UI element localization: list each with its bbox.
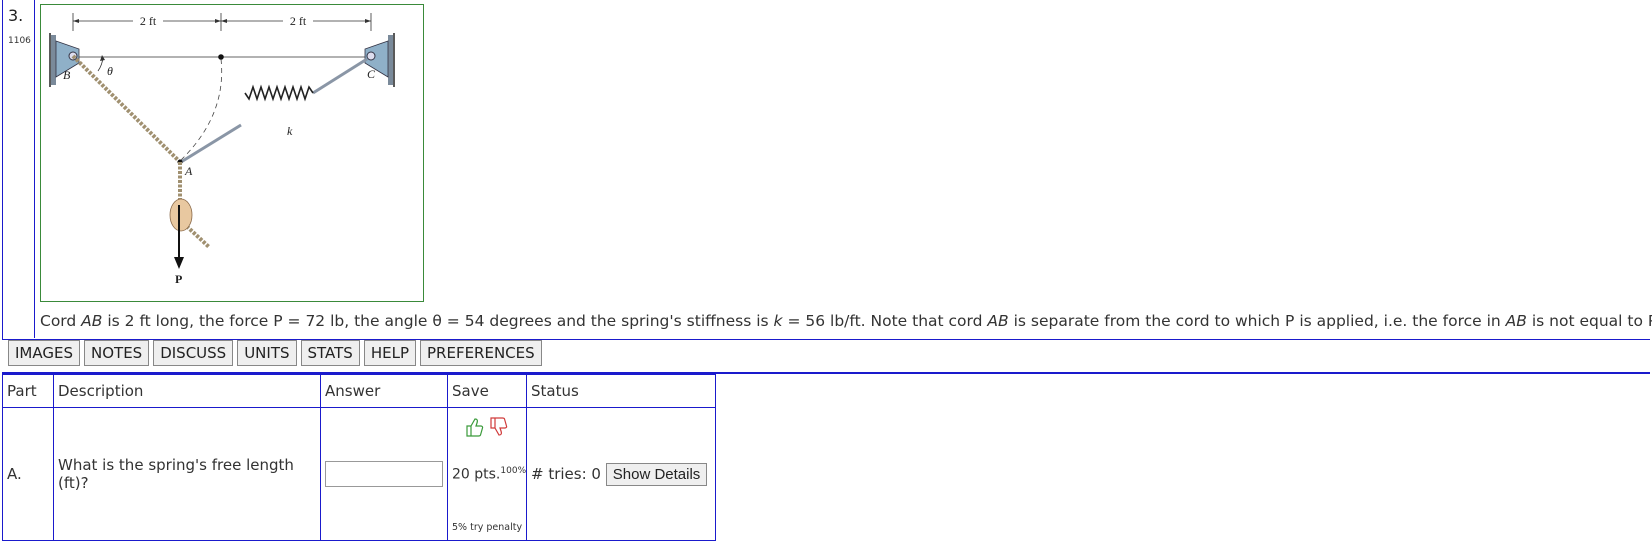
show-details-button[interactable]: Show Details	[605, 462, 708, 486]
header-save: Save	[447, 374, 527, 408]
header-status: Status	[526, 374, 716, 408]
parts-table: Part Description Answer Save Status A. W…	[2, 374, 716, 541]
units-button[interactable]: UNITS	[237, 340, 297, 366]
label-p: P	[175, 272, 182, 286]
save-cell: 20 pts.100% 5% try penalty	[447, 407, 527, 541]
table-header-row: Part Description Answer Save Status	[2, 374, 716, 408]
spring-icon	[244, 84, 314, 102]
mechanism-diagram: 2 ft 2 ft B C θ k A P	[49, 13, 395, 286]
header-part: Part	[2, 374, 54, 408]
preferences-button[interactable]: PREFERENCES	[420, 340, 542, 366]
points-percent: 100%	[500, 466, 527, 476]
rod-c	[312, 57, 368, 95]
status-cell: # tries: 0 Show Details	[526, 407, 716, 541]
dashed-arc	[180, 58, 223, 161]
rod-a	[180, 123, 242, 164]
part-label: A.	[2, 407, 54, 541]
part-description: What is the spring's free length (ft)?	[53, 407, 321, 541]
problem-figure: 2 ft 2 ft B C θ k A P	[40, 4, 424, 302]
answer-input[interactable]	[325, 461, 443, 487]
try-penalty: 5% try penalty	[452, 522, 523, 533]
discuss-button[interactable]: DISCUSS	[153, 340, 234, 366]
table-row: A. What is the spring's free length (ft)…	[2, 407, 716, 541]
answer-cell	[320, 407, 448, 541]
help-button[interactable]: HELP	[363, 340, 416, 366]
label-theta: θ	[107, 64, 113, 78]
thumbs-down-icon[interactable]	[488, 416, 508, 438]
cord-ab	[71, 54, 182, 164]
midpoint-dot	[218, 54, 224, 60]
stats-button[interactable]: STATS	[300, 340, 360, 366]
question-toolbar: IMAGES NOTES DISCUSS UNITS STATS HELP PR…	[8, 340, 542, 370]
header-answer: Answer	[320, 374, 448, 408]
tries-count: # tries: 0	[531, 464, 601, 483]
problem-statement: Cord AB is 2 ft long, the force P = 72 l…	[40, 312, 1652, 330]
notes-button[interactable]: NOTES	[84, 340, 150, 366]
dim-label-right: 2 ft	[290, 14, 307, 28]
header-description: Description	[53, 374, 321, 408]
label-a: A	[184, 164, 193, 178]
hand-icon	[169, 198, 193, 232]
thumbs-up-icon[interactable]	[464, 416, 484, 438]
images-button[interactable]: IMAGES	[8, 340, 80, 366]
label-b: B	[63, 68, 71, 82]
question-column-divider	[34, 0, 35, 338]
question-number: 3.	[8, 6, 24, 25]
dim-label-left: 2 ft	[140, 14, 157, 28]
question-id: 1106	[8, 36, 31, 46]
points-value: 20 pts.100%	[452, 466, 527, 483]
label-c: C	[367, 67, 376, 81]
left-wall	[51, 35, 56, 85]
right-wall	[388, 35, 393, 85]
label-k: k	[287, 124, 293, 138]
